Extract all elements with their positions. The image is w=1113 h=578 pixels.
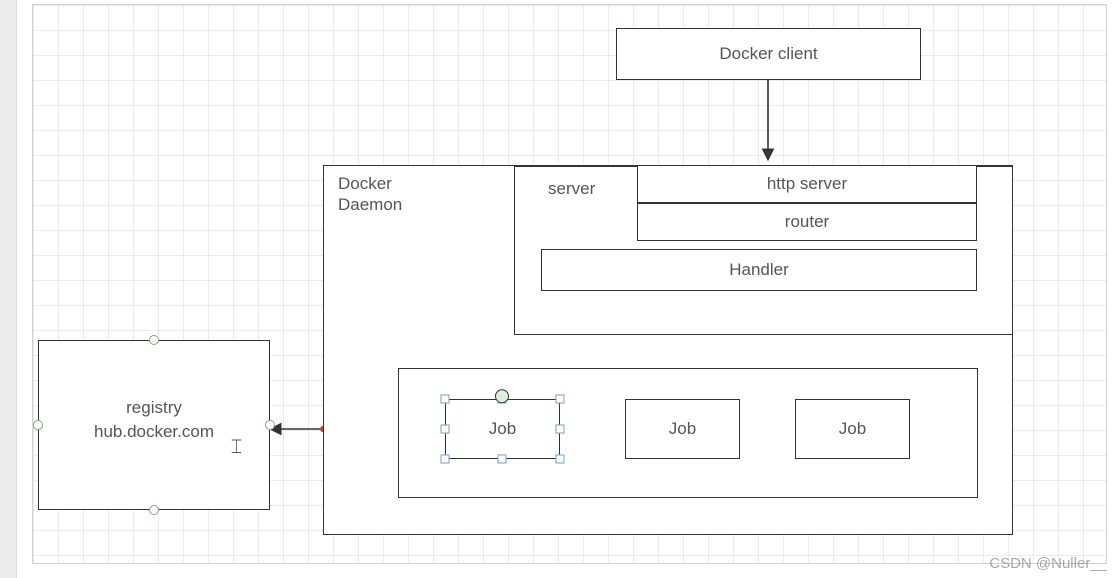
node-router-label: router xyxy=(785,212,829,232)
selection-handle-nw[interactable] xyxy=(441,395,450,404)
selection-handle-s[interactable] xyxy=(498,455,507,464)
watermark: CSDN @Nuller__ xyxy=(989,555,1107,572)
arrow-endpoint-marker xyxy=(495,389,509,403)
selection-handle-sw[interactable] xyxy=(441,455,450,464)
node-registry[interactable]: registry hub.docker.com xyxy=(38,340,270,510)
node-docker-client[interactable]: Docker client xyxy=(616,28,921,80)
node-docker-client-label: Docker client xyxy=(719,44,817,64)
selection-handle-w[interactable] xyxy=(441,425,450,434)
node-job-3[interactable]: Job xyxy=(795,399,910,459)
selection-handle-ne[interactable] xyxy=(556,395,565,404)
conn-handle-e[interactable] xyxy=(265,420,275,430)
node-http-server-label: http server xyxy=(767,174,847,194)
node-job-2[interactable]: Job xyxy=(625,399,740,459)
node-handler[interactable]: Handler xyxy=(541,249,977,291)
node-docker-daemon-label: Docker Daemon xyxy=(338,173,402,216)
node-server-label: server xyxy=(548,178,595,199)
node-registry-label-1: registry xyxy=(39,397,269,418)
node-job-2-label: Job xyxy=(669,419,696,439)
conn-handle-n[interactable] xyxy=(149,335,159,345)
node-handler-label: Handler xyxy=(729,260,789,280)
node-job-1-label: Job xyxy=(489,419,516,439)
diagram-canvas[interactable]: Docker client Docker Daemon server http … xyxy=(0,0,1113,578)
node-http-server[interactable]: http server xyxy=(637,165,977,203)
node-job-3-label: Job xyxy=(839,419,866,439)
node-job-1[interactable]: Job xyxy=(445,399,560,459)
selection-handle-se[interactable] xyxy=(556,455,565,464)
selection-handle-e[interactable] xyxy=(556,425,565,434)
ruler-gutter xyxy=(0,0,17,578)
conn-handle-s[interactable] xyxy=(149,505,159,515)
node-router[interactable]: router xyxy=(637,203,977,241)
text-caret: ⌶ xyxy=(230,437,243,458)
conn-handle-w[interactable] xyxy=(33,420,43,430)
